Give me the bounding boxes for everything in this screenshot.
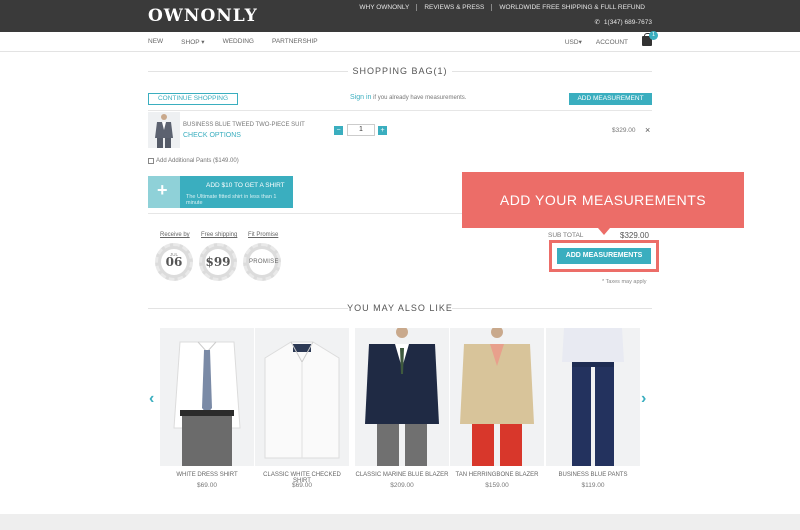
phone-icon: ✆ <box>594 19 600 26</box>
signin-note-text: if you already have measurements. <box>371 95 467 101</box>
checkbox-icon[interactable] <box>148 158 154 164</box>
shirt-banner-title: ADD $10 TO GET A SHIRT <box>206 182 285 189</box>
callout-arrow <box>598 228 610 235</box>
badge-inner: PROMISE <box>249 249 278 275</box>
caret-down-icon: ▾ <box>201 39 205 46</box>
product-card-white-checked-shirt[interactable] <box>255 328 349 466</box>
product-price: $69.00 <box>292 482 312 489</box>
shopping-bag-title: SHOPPING BAG(1) <box>148 66 652 76</box>
badge-inner: JUL 06 <box>161 249 187 275</box>
top-header: OWNONLY WHY OWNONLY REVIEWS & PRESS WORL… <box>0 0 800 32</box>
account-link[interactable]: ACCOUNT <box>596 39 628 46</box>
qty-decrease-button[interactable]: − <box>334 126 343 135</box>
shirt-plus-box: + <box>148 176 180 208</box>
nav-item-shop[interactable]: SHOP ▾ <box>181 38 204 46</box>
badge-value: PROMISE <box>249 259 279 265</box>
logo[interactable]: OWNONLY <box>148 6 258 26</box>
highlighted-add-measurements: ADD MEASUREMENTS <box>549 240 659 272</box>
footer-bar <box>0 514 800 530</box>
product-price: $119.00 <box>581 482 605 489</box>
product-price: $69.00 <box>197 482 217 489</box>
free-shipping-badge: $99 <box>199 243 237 281</box>
quantity-input[interactable]: 1 <box>347 124 375 136</box>
bag-count-badge: 1 <box>649 31 658 40</box>
product-card-marine-blue-blazer[interactable] <box>355 328 449 466</box>
add-measurements-callout: ADD YOUR MEASUREMENTS <box>462 172 744 228</box>
why-ownonly-link[interactable]: WHY OWNONLY <box>352 4 416 11</box>
phone: ✆ 1(347) 689-7673 <box>594 18 652 27</box>
currency-value: USD <box>564 39 579 46</box>
cart-item-thumbnail[interactable] <box>148 112 180 148</box>
suit-image <box>148 112 180 148</box>
add-measurements-button[interactable]: ADD MEASUREMENTS <box>557 248 651 264</box>
product-price: $209.00 <box>390 482 414 489</box>
nav-item-new[interactable]: NEW <box>148 38 163 46</box>
signin-note: Sign in if you already have measurements… <box>350 94 466 101</box>
qty-increase-button[interactable]: + <box>378 126 387 135</box>
main-nav: NEW SHOP ▾ WEDDING PARTNERSHIP USD▾ ACCO… <box>0 31 800 52</box>
carousel-prev-icon[interactable]: ‹ <box>149 390 154 408</box>
cart-item-name: BUSINESS BLUE TWEED TWO-PIECE SUIT <box>183 122 305 128</box>
badge-day: 06 <box>165 255 183 269</box>
product-image <box>546 328 640 466</box>
plus-icon: + <box>157 180 168 200</box>
badge-value: $99 <box>205 255 231 269</box>
signin-link[interactable]: Sign in <box>350 94 371 101</box>
badge-month: JUL <box>169 252 178 257</box>
nav-item-shop-label: SHOP <box>181 39 200 46</box>
product-name[interactable]: WHITE DRESS SHIRT <box>160 472 254 478</box>
you-may-also-like-title: YOU MAY ALSO LIKE <box>148 303 652 313</box>
product-name[interactable]: CLASSIC MARINE BLUE BLAZER <box>355 472 449 478</box>
product-price: $159.00 <box>485 482 509 489</box>
divider <box>148 110 652 111</box>
nav-menu: NEW SHOP ▾ WEDDING PARTNERSHIP <box>148 38 318 46</box>
shopping-bag-icon[interactable]: 1 <box>642 31 658 46</box>
add-measurement-button[interactable]: ADD MEASUREMENT <box>569 93 652 105</box>
add-pants-option[interactable]: Add Additional Pants ($149.00) <box>148 158 239 164</box>
product-image <box>450 328 544 466</box>
product-image <box>255 328 349 466</box>
free-shipping-link[interactable]: WORLDWIDE FREE SHIPPING & FULL REFUND <box>491 4 652 11</box>
top-links: WHY OWNONLY REVIEWS & PRESS WORLDWIDE FR… <box>352 4 652 11</box>
fit-promise-link[interactable]: Fit Promise <box>248 232 278 238</box>
nav-item-wedding[interactable]: WEDDING <box>223 38 254 46</box>
remove-item-icon[interactable]: × <box>645 125 650 135</box>
taxes-note: * Taxes may apply <box>602 279 647 285</box>
fit-promise-badge: PROMISE <box>243 243 281 281</box>
product-card-business-blue-pants[interactable] <box>546 328 640 466</box>
receive-by-link[interactable]: Receive by <box>160 232 190 238</box>
product-image <box>355 328 449 466</box>
shirt-banner-subtitle: The Ultimate fitted shirt in less than 1… <box>186 194 277 206</box>
product-name[interactable]: BUSINESS BLUE PANTS <box>546 472 640 478</box>
product-card-white-dress-shirt[interactable] <box>160 328 254 466</box>
currency-select[interactable]: USD▾ <box>565 38 582 46</box>
continue-shopping-button[interactable]: CONTINUE SHOPPING <box>148 93 238 105</box>
add-pants-label: Add Additional Pants ($149.00) <box>156 158 239 164</box>
product-image <box>160 328 254 466</box>
badge-inner: $99 <box>205 249 231 275</box>
nav-utilities: USD▾ ACCOUNT 1 <box>565 31 658 46</box>
subtotal-value: $329.00 <box>620 231 649 240</box>
caret-down-icon: ▾ <box>578 39 582 46</box>
free-shipping-link[interactable]: Free shipping <box>201 232 237 238</box>
cart-item-price: $329.00 <box>612 127 636 134</box>
product-card-tan-herringbone-blazer[interactable] <box>450 328 544 466</box>
product-name[interactable]: TAN HERRINGBONE BLAZER <box>450 472 544 478</box>
carousel-next-icon[interactable]: › <box>641 390 646 408</box>
check-options-link[interactable]: CHECK OPTIONS <box>183 132 241 139</box>
nav-item-partnership[interactable]: PARTNERSHIP <box>272 38 318 46</box>
add-shirt-banner[interactable]: + ADD $10 TO GET A SHIRT The Ultimate fi… <box>148 176 293 208</box>
phone-number: 1(347) 689-7673 <box>603 18 652 26</box>
reviews-press-link[interactable]: REVIEWS & PRESS <box>416 4 491 11</box>
subtotal-label: SUB TOTAL <box>548 232 584 239</box>
receive-by-badge: JUL 06 <box>155 243 193 281</box>
